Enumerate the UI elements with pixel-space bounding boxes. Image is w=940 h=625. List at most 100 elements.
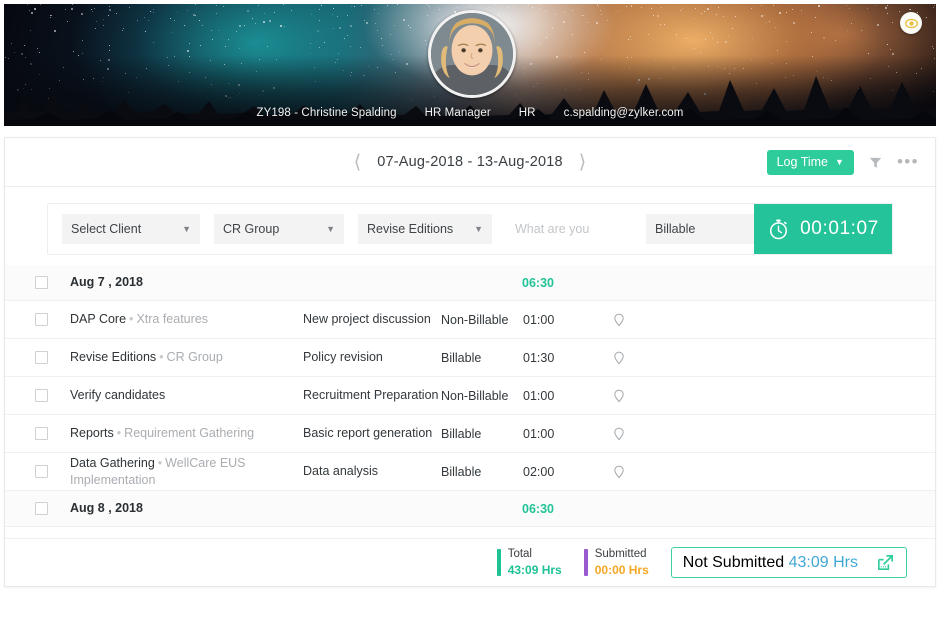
entry-billable: Non-Billable: [441, 313, 523, 327]
entry-duration: 01:30: [523, 351, 613, 365]
time-entry-row[interactable]: Reports•Requirement GatheringBasic repor…: [5, 415, 935, 453]
filter-funnel-icon[interactable]: [868, 155, 883, 170]
entry-timer-action[interactable]: [613, 313, 653, 327]
entry-project-cell: Verify candidates: [48, 387, 303, 404]
toolbar-actions: Log Time ▼ •••: [767, 150, 919, 175]
row-checkbox[interactable]: [35, 351, 48, 364]
export-icon[interactable]: [876, 553, 895, 572]
timer-icon[interactable]: [613, 427, 625, 441]
time-entry-row[interactable]: Verify candidatesRecruitment Preparation…: [5, 377, 935, 415]
profile-role: HR Manager: [425, 107, 491, 119]
eye-icon[interactable]: [900, 12, 922, 34]
profile-id-name: ZY198 - Christine Spalding: [257, 107, 397, 119]
timer-icon[interactable]: [613, 313, 625, 327]
chevron-down-icon: ▼: [182, 224, 191, 234]
separator-dot: •: [126, 312, 136, 326]
not-submitted-value: 43:09 Hrs: [789, 554, 858, 571]
date-group-row: Aug 7 , 201806:30: [5, 265, 935, 301]
chevron-down-icon: ▼: [835, 157, 844, 167]
total-color-bar: [497, 549, 501, 576]
client-select-value: Select Client: [71, 222, 141, 236]
separator-dot: •: [156, 350, 166, 364]
submitted-value: 00:00 Hrs: [595, 562, 649, 578]
timer-value: 00:01:07: [800, 218, 879, 240]
chevron-down-icon: ▼: [474, 224, 483, 234]
billable-select-value: Billable: [655, 222, 695, 236]
entry-sub: Requirement Gathering: [124, 426, 254, 440]
chevron-down-icon: ▼: [326, 224, 335, 234]
entry-timer-action[interactable]: [613, 427, 653, 441]
entry-timer-action[interactable]: [613, 465, 653, 479]
entry-project: Verify candidates: [70, 388, 165, 402]
entry-project: Reports: [70, 426, 114, 440]
funnel-glyph: [868, 155, 883, 170]
entry-project: DAP Core: [70, 312, 126, 326]
log-time-strip: Select Client ▼ CR Group ▼ Revise Editio…: [47, 203, 893, 255]
row-checkbox[interactable]: [35, 276, 48, 289]
row-checkbox[interactable]: [35, 465, 48, 478]
submitted-label: Submitted: [595, 547, 649, 563]
time-entry-row[interactable]: Revise Editions•CR GroupPolicy revisionB…: [5, 339, 935, 377]
total-value: 43:09 Hrs: [508, 562, 562, 578]
separator-dot: •: [155, 456, 165, 470]
log-time-label: Log Time: [777, 155, 828, 169]
timer-icon[interactable]: [613, 351, 625, 365]
entry-project-cell: Revise Editions•CR Group: [48, 349, 303, 366]
not-submitted-button[interactable]: Not Submitted 43:09 Hrs: [671, 547, 907, 578]
date-total: 06:30: [522, 276, 554, 290]
entry-duration: 01:00: [523, 389, 613, 403]
entry-task: New project discussion: [303, 311, 441, 328]
avatar[interactable]: [428, 10, 516, 98]
timer-button[interactable]: 00:01:07: [754, 204, 892, 254]
task-select[interactable]: Revise Editions ▼: [358, 214, 492, 244]
entry-sub: CR Group: [167, 350, 223, 364]
row-checkbox[interactable]: [35, 427, 48, 440]
date-total: 06:30: [522, 502, 554, 516]
client-select[interactable]: Select Client ▼: [62, 214, 200, 244]
date-group-row: Aug 8 , 2018 06:30: [5, 491, 935, 527]
entry-billable: Billable: [441, 465, 523, 479]
submitted-color-bar: [584, 549, 588, 576]
entry-sub: Xtra features: [136, 312, 208, 326]
row-checkbox[interactable]: [35, 502, 48, 515]
submitted-stat: Submitted 00:00 Hrs: [584, 547, 649, 579]
entry-duration: 02:00: [523, 465, 613, 479]
profile-department: HR: [519, 107, 536, 119]
timesheet-card: ⟨ 07-Aug-2018 - 13-Aug-2018 ⟩ Log Time ▼…: [4, 137, 936, 587]
total-label: Total: [508, 547, 562, 563]
entry-billable: Non-Billable: [441, 389, 523, 403]
entry-billable: Billable: [441, 427, 523, 441]
description-input[interactable]: What are you: [506, 214, 626, 244]
group-select[interactable]: CR Group ▼: [214, 214, 344, 244]
summary-footer: Total 43:09 Hrs Submitted 00:00 Hrs Not …: [5, 538, 935, 586]
profile-meta: ZY198 - Christine Spalding HR Manager HR…: [4, 107, 936, 119]
log-time-button[interactable]: Log Time ▼: [767, 150, 854, 175]
time-entry-row[interactable]: DAP Core•Xtra featuresNew project discus…: [5, 301, 935, 339]
date-label: Aug 8 , 2018: [48, 500, 303, 517]
row-checkbox[interactable]: [35, 313, 48, 326]
entry-timer-action[interactable]: [613, 389, 653, 403]
row-checkbox[interactable]: [35, 389, 48, 402]
entry-task: Basic report generation: [303, 425, 441, 442]
time-entry-list[interactable]: Aug 7 , 201806:30DAP Core•Xtra featuresN…: [5, 265, 935, 556]
stopwatch-icon: [767, 218, 790, 241]
chevron-left-icon[interactable]: ⟨: [354, 153, 361, 172]
task-select-value: Revise Editions: [367, 222, 453, 236]
chevron-right-icon[interactable]: ⟩: [579, 153, 586, 172]
entry-project-cell: DAP Core•Xtra features: [48, 311, 303, 328]
entry-duration: 01:00: [523, 313, 613, 327]
timesheet-toolbar: ⟨ 07-Aug-2018 - 13-Aug-2018 ⟩ Log Time ▼…: [5, 138, 935, 187]
timer-icon[interactable]: [613, 465, 625, 479]
time-entry-row[interactable]: Data Gathering•WellCare EUS Implementati…: [5, 453, 935, 491]
ellipsis-icon[interactable]: •••: [897, 157, 919, 167]
entry-duration: 01:00: [523, 427, 613, 441]
avatar-photo: [431, 13, 513, 95]
timer-icon[interactable]: [613, 389, 625, 403]
separator-dot: •: [114, 426, 124, 440]
entry-project-cell: Reports•Requirement Gathering: [48, 425, 303, 442]
total-stat: Total 43:09 Hrs: [497, 547, 562, 579]
date-range-label: 07-Aug-2018 - 13-Aug-2018: [377, 154, 563, 170]
entry-task: Data analysis: [303, 463, 441, 480]
entry-project: Data Gathering: [70, 456, 155, 470]
entry-timer-action[interactable]: [613, 351, 653, 365]
